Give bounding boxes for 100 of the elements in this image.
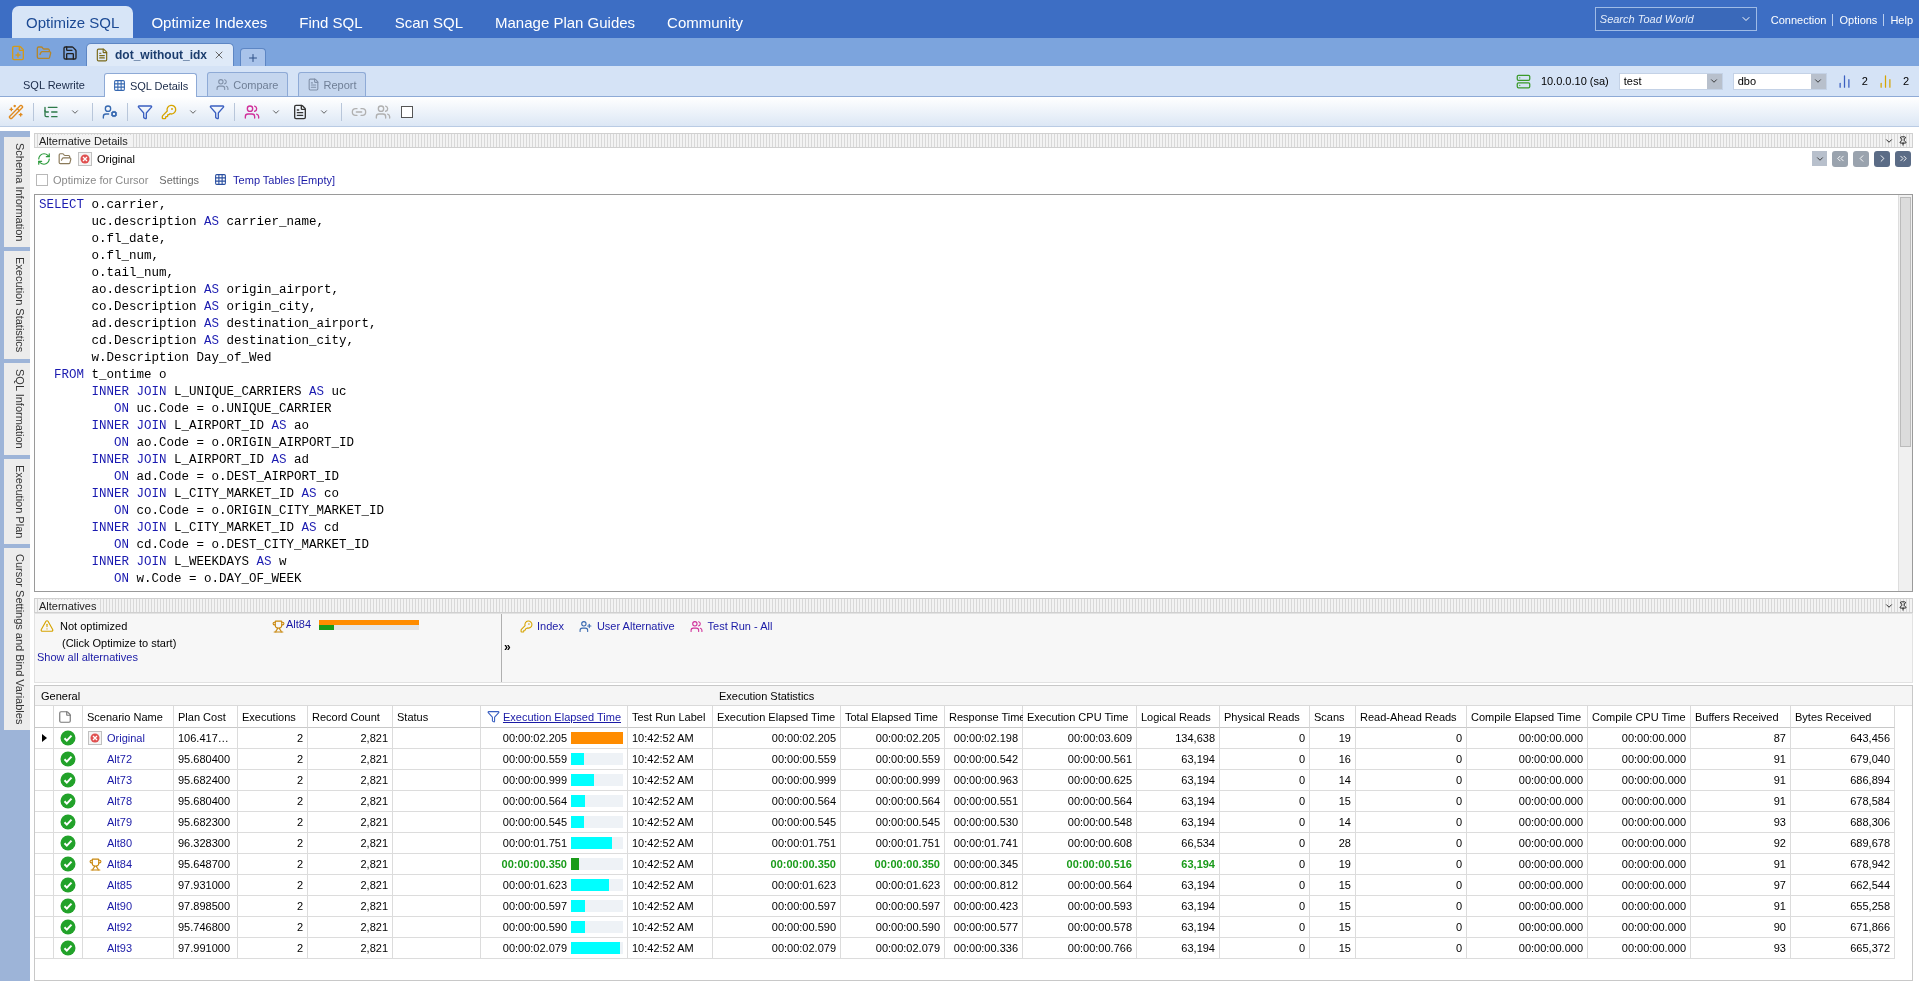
sql-editor[interactable] — [34, 194, 1913, 592]
settings-link[interactable]: Settings — [159, 173, 200, 186]
nav-link[interactable]: Options — [1832, 14, 1884, 26]
table-cell: 15 — [1310, 938, 1356, 959]
scrollbar[interactable] — [1898, 195, 1912, 591]
column-header[interactable]: Physical Reads — [1220, 706, 1310, 728]
last-icon[interactable] — [1895, 150, 1911, 167]
scenario-link[interactable]: Alt79 — [107, 816, 133, 828]
table-cell: 2,821 — [308, 728, 393, 749]
schema-dropdown[interactable]: dbo — [1732, 72, 1827, 90]
show-all-link[interactable]: Show all alternatives — [37, 651, 268, 663]
nav-link[interactable]: Connection — [1764, 14, 1833, 26]
column-header[interactable]: Read-Ahead Reads — [1356, 706, 1467, 728]
column-header[interactable]: Bytes Received — [1791, 706, 1895, 728]
table-cell: 00:00:00.345 — [945, 854, 1023, 875]
close-icon[interactable] — [213, 49, 225, 61]
column-header[interactable]: Total Elapsed Time — [841, 706, 945, 728]
best-alternative-link[interactable]: Alt84 — [286, 618, 312, 630]
key-icon — [518, 618, 534, 634]
table-cell: 2 — [238, 854, 308, 875]
nav-tab[interactable]: Optimize SQL — [12, 6, 134, 38]
new-tab-button[interactable] — [240, 48, 266, 66]
search-field[interactable]: Search Toad World — [1594, 7, 1757, 31]
column-header[interactable]: Scenario Name — [83, 706, 174, 728]
nav-tab[interactable]: Manage Plan Guides — [481, 6, 650, 38]
refresh-icon[interactable] — [36, 150, 52, 167]
column-header[interactable]: Compile CPU Time — [1588, 706, 1691, 728]
table-cell: 00:00:00.766 — [1023, 938, 1137, 959]
bar-chart-icon — [1877, 73, 1893, 89]
column-header[interactable]: Scans — [1310, 706, 1356, 728]
table-cell: 19 — [1310, 728, 1356, 749]
column-header[interactable]: Execution Elapsed Time — [713, 706, 841, 728]
nav-tab[interactable]: Optimize Indexes — [137, 6, 282, 38]
code-line: w.Description Day_of_Wed — [90, 350, 273, 367]
delete-icon — [88, 731, 102, 745]
side-tab[interactable]: Execution Statistics — [4, 251, 30, 359]
column-header-link[interactable]: Execution Elapsed Time — [503, 710, 621, 723]
sub-tab[interactable]: SQL Details — [103, 73, 198, 97]
code-line: ON w.Code = o.DAY_OF_WEEK — [113, 571, 303, 588]
scenario-link[interactable]: Alt85 — [107, 879, 133, 891]
sub-tab[interactable]: SQL Rewrite — [14, 72, 94, 96]
table-cell: 10:42:52 AM — [628, 854, 713, 875]
pin-icon[interactable] — [1898, 135, 1908, 146]
column-header[interactable]: Executions — [238, 706, 308, 728]
warning-icon — [39, 617, 55, 634]
table-cell: 0 — [1220, 749, 1310, 770]
side-tab[interactable]: SQL Information — [4, 362, 30, 455]
document-tab[interactable]: dot_without_idx — [86, 43, 234, 66]
next-icon[interactable] — [1874, 150, 1890, 167]
scenario-link[interactable]: Alt90 — [107, 900, 133, 912]
action-link[interactable]: Index — [537, 620, 564, 632]
open-folder-icon[interactable] — [57, 150, 73, 167]
user-icon — [577, 618, 594, 634]
table-cell: 2 — [238, 896, 308, 917]
nav-tab[interactable]: Find SQL — [285, 6, 377, 38]
table-cell: 00:00:00.350 — [841, 854, 945, 875]
scenario-link[interactable]: Original — [107, 732, 145, 744]
column-header[interactable]: Plan Cost — [174, 706, 238, 728]
table-cell: 665,372 — [1791, 938, 1895, 959]
side-tab[interactable]: Schema Information — [4, 137, 30, 248]
action-link[interactable]: User Alternative — [596, 620, 675, 632]
panel-title: Alternatives — [39, 599, 101, 612]
code-line: INNER JOIN L_CITY_MARKET_ID AS cd — [90, 520, 341, 537]
scenario-link[interactable]: Alt92 — [107, 921, 133, 933]
more-glyph[interactable]: » — [504, 640, 511, 654]
nav-tab[interactable]: Scan SQL — [380, 6, 477, 38]
nav-link[interactable]: Help — [1883, 14, 1919, 26]
action-link[interactable]: Test Run - All — [707, 620, 773, 632]
table-cell: 10:42:52 AM — [628, 896, 713, 917]
table-cell: 0 — [1220, 875, 1310, 896]
table-cell: 00:00:00.336 — [945, 938, 1023, 959]
table-cell: 00:00:00.000 — [1467, 875, 1588, 896]
row-pointer-icon — [41, 734, 47, 742]
table-cell: 00:00:00.000 — [1467, 833, 1588, 854]
pin-icon[interactable] — [1898, 600, 1908, 611]
table-cell: 00:00:01.751 — [841, 833, 945, 854]
nav-tab[interactable]: Community — [653, 6, 757, 38]
column-header[interactable]: Test Run Label — [628, 706, 713, 728]
first-icon[interactable] — [1832, 150, 1848, 167]
row-selector[interactable] — [35, 728, 54, 749]
scenario-link[interactable]: Alt80 — [107, 837, 133, 849]
column-header[interactable]: Status — [393, 706, 481, 728]
column-header[interactable]: Logical Reads — [1137, 706, 1220, 728]
previous-icon[interactable] — [1853, 150, 1869, 167]
save-icon[interactable] — [60, 43, 80, 63]
scenario-link[interactable]: Alt93 — [107, 942, 133, 954]
column-header[interactable]: Execution CPU Time — [1023, 706, 1137, 728]
note-icon — [58, 709, 72, 724]
scenario-link[interactable]: Alt78 — [107, 795, 133, 807]
table-cell: 2 — [238, 749, 308, 770]
scenario-link[interactable]: Alt72 — [107, 753, 133, 765]
scenario-link[interactable]: Alt84 — [107, 858, 133, 870]
side-tab[interactable]: Cursor Settings and Bind Variables — [4, 547, 30, 731]
scenario-link[interactable]: Alt73 — [107, 774, 133, 786]
column-header[interactable]: Compile Elapsed Time — [1467, 706, 1588, 728]
column-header[interactable]: Record Count — [308, 706, 393, 728]
temp-tables-link[interactable]: Temp Tables [Empty] — [233, 173, 335, 186]
column-header[interactable]: Buffers Received — [1691, 706, 1791, 728]
side-tab[interactable]: Execution Plan — [4, 458, 30, 544]
database-dropdown[interactable]: test — [1618, 72, 1723, 90]
